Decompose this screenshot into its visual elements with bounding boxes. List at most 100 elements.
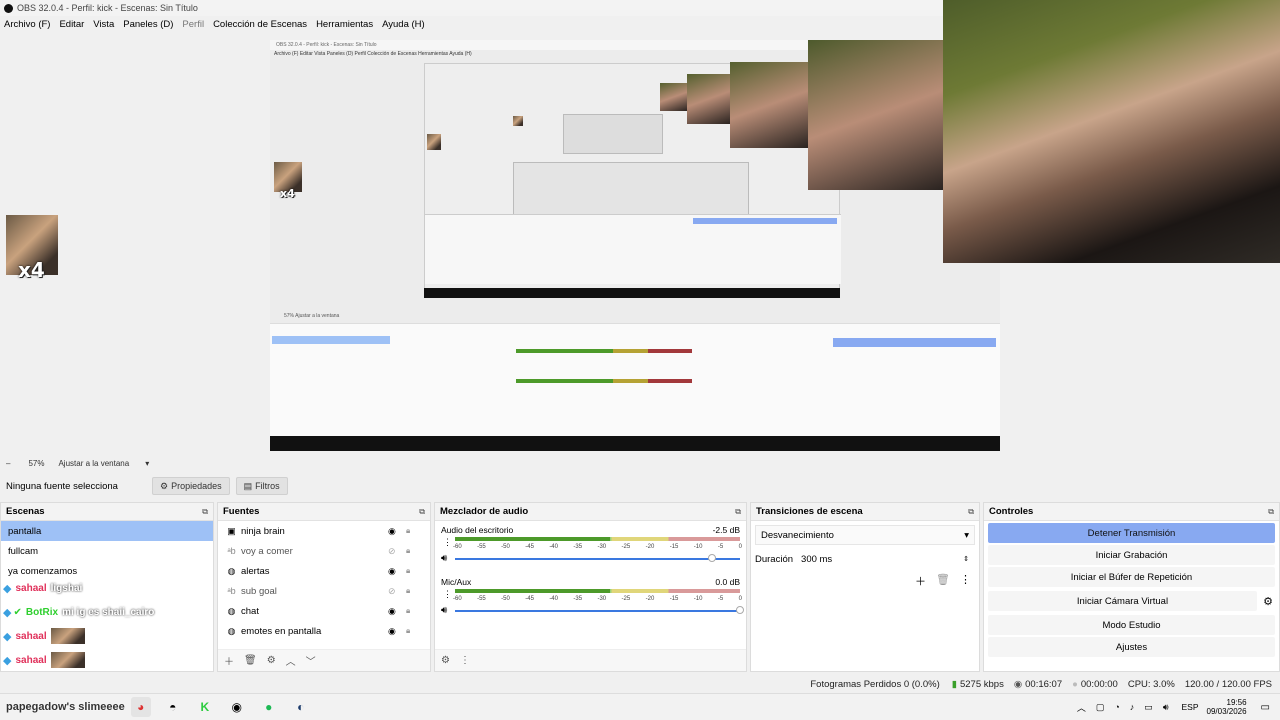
- tray-mic-icon[interactable]: ♪: [1130, 702, 1135, 712]
- meter-tick: -5: [717, 596, 724, 602]
- clock[interactable]: 19:56 09/03/2026: [1207, 698, 1247, 716]
- meter-level: [455, 589, 611, 593]
- tray-chevron-icon[interactable]: ︿: [1077, 701, 1086, 714]
- dock-pin-icon[interactable]: ⧉: [419, 507, 425, 517]
- gear-icon[interactable]: ⚙: [267, 655, 276, 666]
- transition-select[interactable]: Desvanecimiento ▾: [755, 525, 975, 545]
- discord-icon[interactable]: ◓: [163, 697, 183, 717]
- source-item[interactable]: ▣ ninja brain ◉ 🔒︎: [218, 521, 430, 541]
- kebab-menu-icon[interactable]: ⋮: [443, 589, 452, 600]
- lock-icon[interactable]: 🔒︎: [406, 546, 410, 556]
- obs-icon[interactable]: ◉: [227, 697, 247, 717]
- tray-headset-icon[interactable]: ◔: [1114, 702, 1119, 712]
- tray-network-icon[interactable]: ▭: [1144, 702, 1153, 713]
- lock-icon[interactable]: 🔒︎: [406, 526, 410, 536]
- tray-app-icon[interactable]: ▢: [1096, 702, 1105, 713]
- browser-icon: ◍: [227, 605, 236, 616]
- meter-tick: -60: [453, 596, 462, 602]
- menu-paneles[interactable]: Paneles (D): [123, 19, 173, 30]
- source-item[interactable]: ᵃb sub goal ⊘ 🔒︎: [218, 581, 430, 601]
- source-item[interactable]: ◍ alertas ◉ 🔒︎: [218, 561, 430, 581]
- volume-slider[interactable]: [455, 610, 740, 612]
- eye-icon[interactable]: ◉: [388, 606, 396, 617]
- tray-volume-icon[interactable]: 🔊︎: [1163, 702, 1169, 713]
- stop-streaming-button[interactable]: Detener Transmisión: [988, 523, 1275, 543]
- menu-ayuda[interactable]: Ayuda (H): [382, 19, 425, 30]
- chevron-up-icon[interactable]: ︿: [286, 653, 296, 668]
- volume-slider[interactable]: [455, 558, 740, 560]
- kebab-menu-icon[interactable]: ⋮: [960, 573, 971, 589]
- eye-hidden-icon[interactable]: ⊘: [388, 586, 396, 597]
- kick-icon[interactable]: K: [195, 697, 215, 717]
- gear-icon: ⚙: [160, 480, 169, 491]
- menu-vista[interactable]: Vista: [93, 19, 114, 30]
- webcam-feed-recursive-4: [660, 83, 687, 111]
- dock-pin-icon[interactable]: ⧉: [1268, 507, 1274, 517]
- scene-item-ya-comenzamos[interactable]: ya comenzamos: [1, 561, 213, 581]
- filters-button[interactable]: ▤ Filtros: [235, 477, 288, 495]
- eye-icon[interactable]: ◉: [388, 566, 396, 577]
- source-item[interactable]: ◍ chat ◉ 🔒︎: [218, 601, 430, 621]
- lock-icon[interactable]: 🔒︎: [406, 606, 410, 616]
- trash-icon[interactable]: 🗑︎: [244, 655, 257, 666]
- zoom-value[interactable]: 57%: [28, 459, 44, 468]
- duration-input[interactable]: 300 ms: [801, 554, 963, 565]
- kebab-menu-icon[interactable]: ⋮: [460, 655, 470, 666]
- scene-item-fullcam[interactable]: fullcam: [1, 541, 213, 561]
- menu-editar[interactable]: Editar: [59, 19, 84, 30]
- lock-icon[interactable]: 🔒︎: [406, 626, 410, 636]
- menu-coleccion-escenas[interactable]: Colección de Escenas: [213, 19, 307, 30]
- menu-perfil[interactable]: Perfil: [182, 19, 204, 30]
- chat-user: sahaal: [15, 630, 47, 642]
- menu-archivo[interactable]: Archivo (F): [4, 19, 50, 30]
- lock-icon[interactable]: 🔒︎: [406, 586, 410, 596]
- steam-icon[interactable]: ◐: [291, 697, 311, 717]
- spotify-icon[interactable]: ●: [259, 697, 279, 717]
- zoom-fit-label[interactable]: Ajustar a la ventana: [58, 459, 129, 468]
- gear-icon[interactable]: ⚙: [1257, 595, 1279, 608]
- properties-button[interactable]: ⚙ Propiedades: [152, 477, 230, 495]
- volume-knob[interactable]: [736, 606, 744, 614]
- scene-item-pantalla[interactable]: pantalla: [1, 521, 213, 541]
- start-virtual-camera-button[interactable]: Iniciar Cámara Virtual: [988, 591, 1257, 611]
- dock-pin-icon[interactable]: ⧉: [735, 507, 741, 517]
- chrome-icon[interactable]: ◕: [130, 697, 151, 717]
- meter-tick: -55: [477, 596, 486, 602]
- language-indicator[interactable]: ESP: [1181, 702, 1198, 712]
- advanced-audio-icon[interactable]: ⚙: [441, 655, 450, 666]
- transitions-header: Transiciones de escena ⧉: [751, 503, 979, 521]
- studio-mode-button[interactable]: Modo Estudio: [988, 615, 1275, 635]
- chevron-down-icon[interactable]: ﹀: [306, 653, 316, 668]
- meter-tick: 0: [738, 544, 742, 550]
- add-icon[interactable]: ＋: [915, 573, 926, 589]
- add-icon[interactable]: ＋: [224, 653, 234, 668]
- spin-icon[interactable]: ⇕: [963, 555, 969, 563]
- eye-icon[interactable]: ◉: [388, 626, 396, 637]
- dock-pin-icon[interactable]: ⧉: [202, 507, 208, 517]
- emote-image: [50, 652, 85, 668]
- volume-knob[interactable]: [707, 554, 716, 562]
- start-recording-button[interactable]: Iniciar Grabación: [988, 545, 1275, 565]
- dock-pin-icon[interactable]: ⧉: [968, 507, 974, 517]
- webcam-feed-recursive-1: [808, 40, 943, 190]
- audio-channel-mic: Mic/Aux 0.0 dB ⋮ -60 -55 -50 -45 -40 -35 -30 -2…: [435, 573, 746, 625]
- settings-button[interactable]: Ajustes: [988, 637, 1275, 657]
- speaker-icon[interactable]: 🔊︎: [441, 605, 447, 616]
- meter-tick: -60: [453, 544, 462, 550]
- speaker-icon[interactable]: 🔊︎: [441, 553, 447, 564]
- trash-icon[interactable]: 🗑︎: [936, 573, 950, 589]
- chat-message: ◆ sahaal: [3, 652, 85, 668]
- eye-icon[interactable]: ◉: [388, 526, 396, 537]
- start-replay-buffer-button[interactable]: Iniciar el Búfer de Repetición: [988, 567, 1275, 587]
- source-item[interactable]: ᵃb voy a comer ⊘ 🔒︎: [218, 541, 430, 561]
- eye-hidden-icon[interactable]: ⊘: [388, 546, 396, 557]
- source-item[interactable]: ◍ emotes en pantalla ◉ 🔒︎: [218, 621, 430, 641]
- kebab-menu-icon[interactable]: ⋮: [443, 537, 452, 548]
- zoom-minus-icon[interactable]: –: [6, 459, 10, 468]
- chevron-down-icon[interactable]: ▾: [145, 459, 149, 468]
- menu-herramientas[interactable]: Herramientas: [316, 19, 373, 30]
- nested-docks: [425, 214, 841, 284]
- lock-icon[interactable]: 🔒︎: [406, 566, 410, 576]
- notifications-icon[interactable]: ▭: [1261, 702, 1270, 713]
- record-time: 00:00:00: [1080, 678, 1118, 690]
